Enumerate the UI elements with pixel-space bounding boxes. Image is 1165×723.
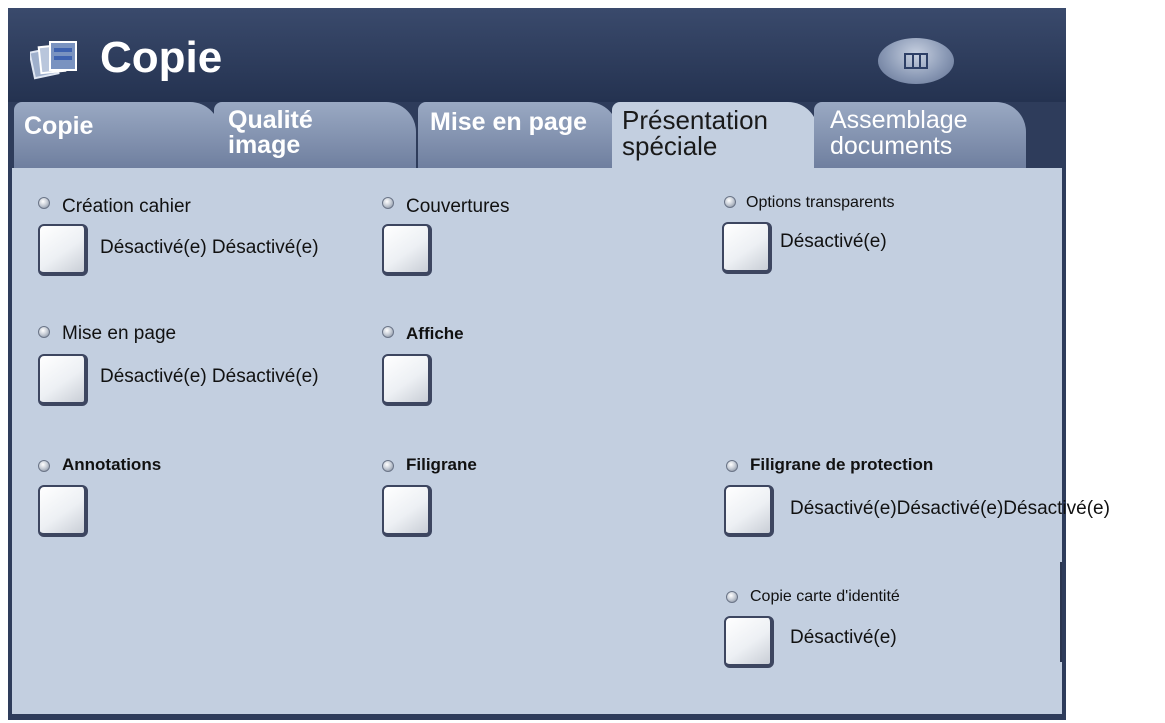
tab-label-line-2: documents <box>830 132 953 160</box>
option-indicator-icon <box>724 196 736 208</box>
couvertures-button[interactable] <box>382 224 432 276</box>
page-title: Copie <box>100 33 223 82</box>
option-indicator-icon <box>382 460 394 472</box>
tab-label-line: Qualité <box>228 108 313 133</box>
tab-mise-en-page[interactable]: Mise en page <box>418 102 618 168</box>
filigrane-protection-label: Filigrane de protection <box>750 455 934 474</box>
copie-carte-button[interactable] <box>724 616 774 668</box>
copy-icon <box>28 36 92 82</box>
filigrane-label: Filigrane <box>406 455 477 474</box>
option-indicator-icon <box>382 197 394 209</box>
option-indicator-icon <box>38 460 50 472</box>
grid-home-icon <box>904 53 928 69</box>
tab-label: Copie <box>24 112 94 140</box>
tab-label: Mise en page <box>430 108 587 136</box>
couvertures-label: Couvertures <box>406 196 510 217</box>
filigrane-protection-status: Désactivé(e)Désactivé(e)Désactivé(e) <box>790 498 1110 519</box>
affiche-label: Affiche <box>406 324 464 343</box>
affiche-button[interactable] <box>382 354 432 406</box>
tab-label-line-2: spéciale <box>622 131 718 161</box>
tab-label-line: Assemblage <box>830 108 968 133</box>
tab-label-line: Présentation <box>622 105 768 135</box>
tab-qualite-image[interactable]: Qualité image <box>214 102 416 168</box>
option-indicator-icon <box>726 591 738 603</box>
creation-cahier-status: Désactivé(e) Désactivé(e) <box>100 237 319 258</box>
mise-en-page-label: Mise en page <box>62 323 177 344</box>
mise-en-page-button[interactable] <box>38 354 88 406</box>
creation-cahier-button[interactable] <box>38 224 88 276</box>
tab-assemblage-documents[interactable]: Assemblage documents <box>814 102 1026 168</box>
creation-cahier-label: Création cahier <box>62 196 191 217</box>
option-indicator-icon <box>726 460 738 472</box>
tab-label-line-1: Présentation <box>622 105 768 135</box>
options-transparents-status: Désactivé(e) <box>780 231 887 252</box>
scrollbar-track[interactable] <box>1060 562 1062 662</box>
filigrane-protection-button[interactable] <box>724 485 774 537</box>
mise-en-page-status: Désactivé(e) Désactivé(e) <box>100 366 319 387</box>
annotations-button[interactable] <box>38 485 88 537</box>
annotations-label: Annotations <box>62 455 162 474</box>
tab-label-line: documents <box>830 134 952 159</box>
copie-carte-status: Désactivé(e) <box>790 627 897 648</box>
tab-presentation-speciale[interactable]: Présentation spéciale <box>612 102 818 170</box>
tab-label-line: spéciale <box>622 131 718 161</box>
services-home-button[interactable] <box>878 38 954 84</box>
option-indicator-icon <box>382 326 394 338</box>
filigrane-button[interactable] <box>382 485 432 537</box>
options-transparents-button[interactable] <box>722 222 772 274</box>
tab-label-line-1: Assemblage <box>830 106 968 134</box>
tab-copie[interactable]: Copie <box>14 102 220 168</box>
tab-label-line-2: image <box>228 131 301 159</box>
option-indicator-icon <box>38 197 50 209</box>
tab-label-line-1: Qualité <box>228 106 313 134</box>
option-indicator-icon <box>38 326 50 338</box>
tab-label-line: image <box>228 133 300 158</box>
copie-carte-label: Copie carte d'identité <box>750 588 900 605</box>
options-transparents-label: Options transparents <box>746 194 895 211</box>
